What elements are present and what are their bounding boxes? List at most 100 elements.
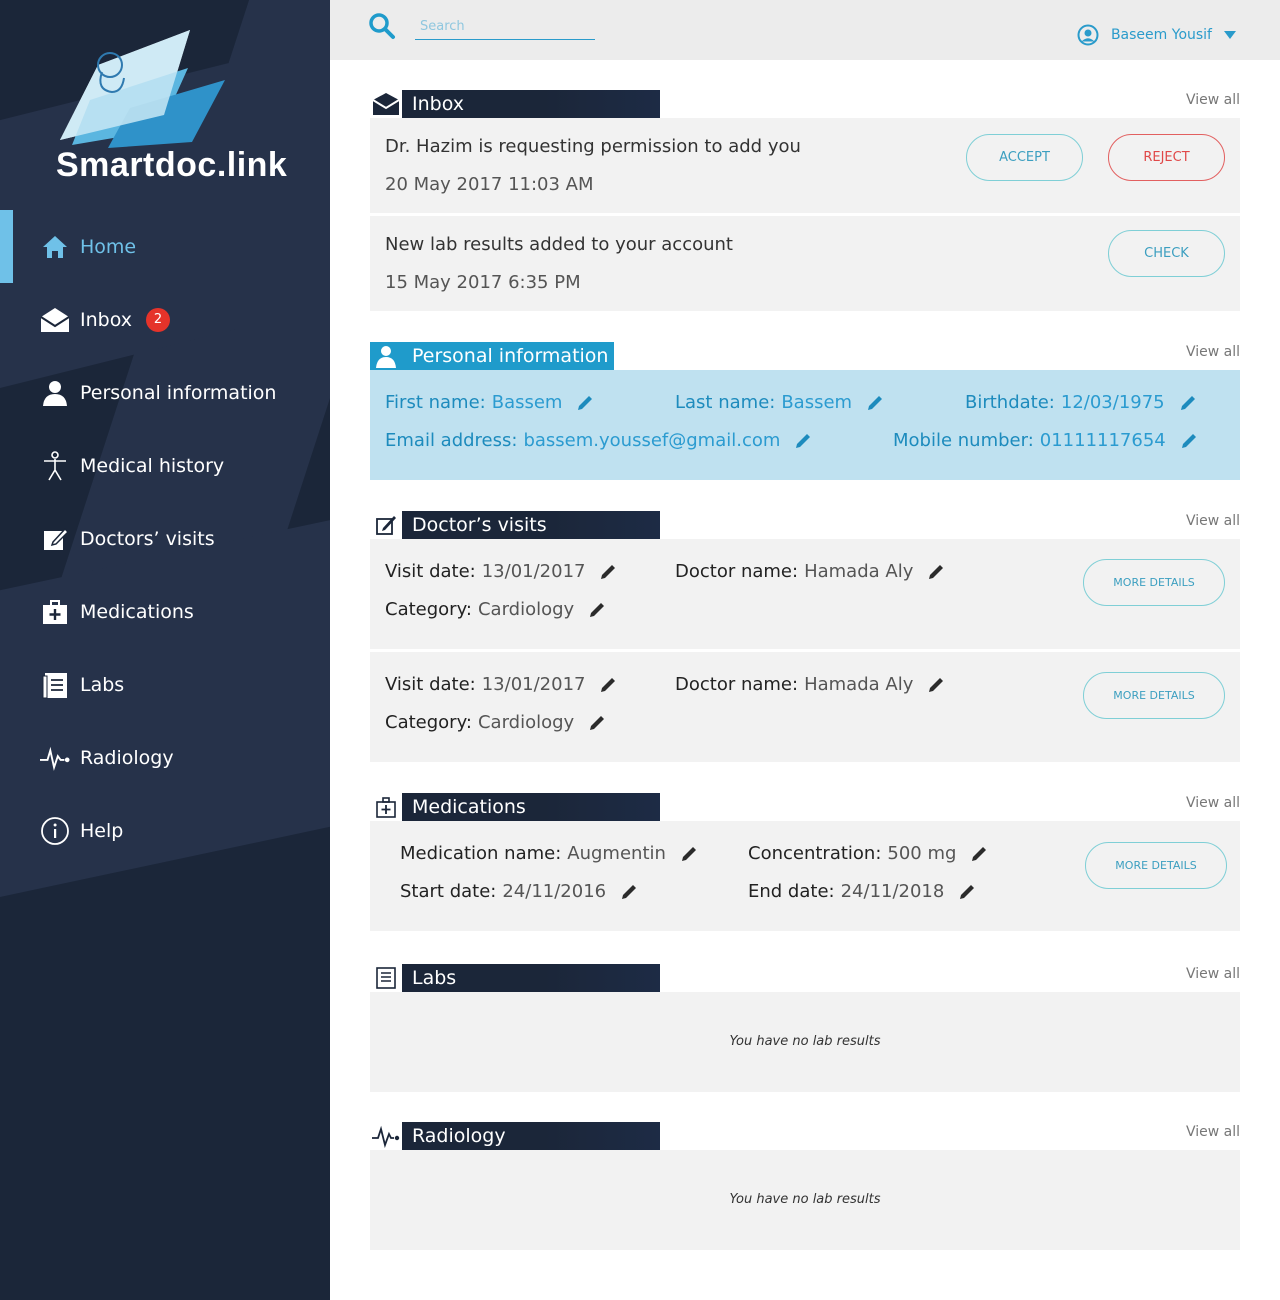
- inbox-message: New lab results added to your account: [385, 234, 733, 255]
- sidebar-item-label: Medical history: [80, 454, 225, 477]
- info-icon: [40, 816, 70, 846]
- section-header: Radiology: [370, 1122, 660, 1150]
- unread-badge: 2: [146, 307, 170, 332]
- edit-pencil-icon[interactable]: [588, 601, 606, 619]
- view-all-link[interactable]: View all: [1186, 966, 1240, 982]
- section-title: Personal information: [412, 345, 609, 367]
- reject-button[interactable]: REJECT: [1108, 134, 1225, 181]
- section-title: Doctor’s visits: [412, 514, 547, 536]
- envelope-icon: [40, 305, 70, 335]
- personal-information-section: Personal information View all First name…: [370, 342, 1240, 480]
- edit-pencil-icon[interactable]: [1179, 394, 1197, 412]
- edit-pencil-icon[interactable]: [620, 883, 638, 901]
- labs-card: You have no lab results: [370, 992, 1240, 1092]
- empty-state-text: You have no lab results: [729, 1034, 881, 1049]
- visit-item: Visit date: 13/01/2017 Doctor name: Hama…: [370, 652, 1240, 762]
- search-input[interactable]: [415, 14, 595, 40]
- visit-item: Visit date: 13/01/2017 Doctor name: Hama…: [370, 539, 1240, 649]
- more-details-button[interactable]: MORE DETAILS: [1085, 842, 1227, 889]
- start-date-field: Start date: 24/11/2016: [400, 881, 638, 902]
- category-field: Category: Cardiology: [385, 599, 606, 620]
- labs-section: Labs View all You have no lab results: [370, 964, 1240, 1092]
- sidebar-item-inbox[interactable]: Inbox 2: [0, 283, 330, 356]
- edit-pencil-icon[interactable]: [970, 845, 988, 863]
- visit-date-field: Visit date: 13/01/2017: [385, 561, 617, 582]
- section-title: Inbox: [412, 93, 464, 115]
- inbox-date: 15 May 2017 6:35 PM: [385, 272, 581, 293]
- view-all-link[interactable]: View all: [1186, 92, 1240, 108]
- sidebar-item-label: Home: [80, 235, 137, 258]
- more-details-button[interactable]: MORE DETAILS: [1083, 559, 1225, 606]
- view-all-link[interactable]: View all: [1186, 513, 1240, 529]
- edit-pencil-icon[interactable]: [958, 883, 976, 901]
- edit-pencil-icon[interactable]: [866, 394, 884, 412]
- section-title: Labs: [412, 967, 457, 989]
- inbox-date: 20 May 2017 11:03 AM: [385, 174, 594, 195]
- person-icon: [370, 342, 402, 370]
- edit-pencil-icon[interactable]: [680, 845, 698, 863]
- empty-state-text: You have no lab results: [729, 1192, 881, 1207]
- inbox-item: New lab results added to your account 15…: [370, 216, 1240, 311]
- medication-item: Medication name: Augmentin Concentration…: [370, 821, 1240, 931]
- first-name-field: First name: Bassem: [385, 392, 594, 413]
- medication-name-field: Medication name: Augmentin: [400, 843, 698, 864]
- inbox-item: Dr. Hazim is requesting permission to ad…: [370, 118, 1240, 213]
- view-all-link[interactable]: View all: [1186, 1124, 1240, 1140]
- user-name: Baseem Yousif: [1110, 27, 1212, 43]
- sidebar-item-label: Radiology: [80, 746, 174, 769]
- edit-pencil-icon[interactable]: [927, 676, 945, 694]
- user-avatar-icon: [1077, 24, 1099, 46]
- edit-pencil-icon[interactable]: [588, 714, 606, 732]
- section-header: Labs: [370, 964, 660, 992]
- search-icon[interactable]: [368, 12, 396, 40]
- envelope-icon: [370, 90, 402, 118]
- sidebar-item-label: Help: [80, 819, 124, 842]
- visit-date-field: Visit date: 13/01/2017: [385, 674, 617, 695]
- edit-pencil-icon[interactable]: [599, 563, 617, 581]
- inbox-message: Dr. Hazim is requesting permission to ad…: [385, 136, 801, 157]
- sidebar-nav: Home Inbox 2 Personal information Medica…: [0, 210, 330, 867]
- radiology-section: Radiology View all You have no lab resul…: [370, 1122, 1240, 1250]
- check-button[interactable]: CHECK: [1108, 230, 1225, 277]
- sidebar-item-home[interactable]: Home: [0, 210, 330, 283]
- edit-pencil-icon[interactable]: [927, 563, 945, 581]
- accept-button[interactable]: ACCEPT: [966, 134, 1083, 181]
- section-title: Radiology: [412, 1125, 506, 1147]
- edit-icon: [370, 511, 402, 539]
- sidebar-item-label: Personal information: [80, 381, 277, 404]
- sidebar-item-label: Doctors’ visits: [80, 527, 215, 550]
- sidebar-item-personal-information[interactable]: Personal information: [0, 356, 330, 429]
- medkit-icon: [40, 597, 70, 627]
- body-icon: [40, 450, 70, 481]
- mobile-number-field: Mobile number: 01111117654: [893, 430, 1198, 451]
- sidebar-item-radiology[interactable]: Radiology: [0, 721, 330, 794]
- sidebar-item-label: Medications: [80, 600, 194, 623]
- view-all-link[interactable]: View all: [1186, 344, 1240, 360]
- edit-icon: [40, 524, 70, 554]
- sidebar-item-medications[interactable]: Medications: [0, 575, 330, 648]
- section-header: Inbox: [370, 90, 660, 118]
- sidebar-item-medical-history[interactable]: Medical history: [0, 429, 330, 502]
- sidebar-item-label: Inbox: [80, 308, 132, 331]
- view-all-link[interactable]: View all: [1186, 795, 1240, 811]
- edit-pencil-icon[interactable]: [576, 394, 594, 412]
- sidebar-item-doctors-visits[interactable]: Doctors’ visits: [0, 502, 330, 575]
- end-date-field: End date: 24/11/2018: [748, 881, 976, 902]
- doctor-name-field: Doctor name: Hamada Aly: [675, 561, 945, 582]
- sidebar-item-labs[interactable]: Labs: [0, 648, 330, 721]
- medications-section: Medications View all Medication name: Au…: [370, 793, 1240, 931]
- labs-icon: [370, 964, 402, 992]
- edit-pencil-icon[interactable]: [1180, 432, 1198, 450]
- chevron-down-icon: [1224, 31, 1236, 39]
- edit-pencil-icon[interactable]: [794, 432, 812, 450]
- birthdate-field: Birthdate: 12/03/1975: [965, 392, 1197, 413]
- edit-pencil-icon[interactable]: [599, 676, 617, 694]
- sidebar-item-label: Labs: [80, 673, 125, 696]
- more-details-button[interactable]: MORE DETAILS: [1083, 672, 1225, 719]
- section-header: Doctor’s visits: [370, 511, 660, 539]
- user-menu[interactable]: Baseem Yousif: [1077, 24, 1236, 46]
- pulse-icon: [370, 1122, 402, 1150]
- section-title: Medications: [412, 796, 526, 818]
- doctors-visits-section: Doctor’s visits View all Visit date: 13/…: [370, 511, 1240, 762]
- sidebar-item-help[interactable]: Help: [0, 794, 330, 867]
